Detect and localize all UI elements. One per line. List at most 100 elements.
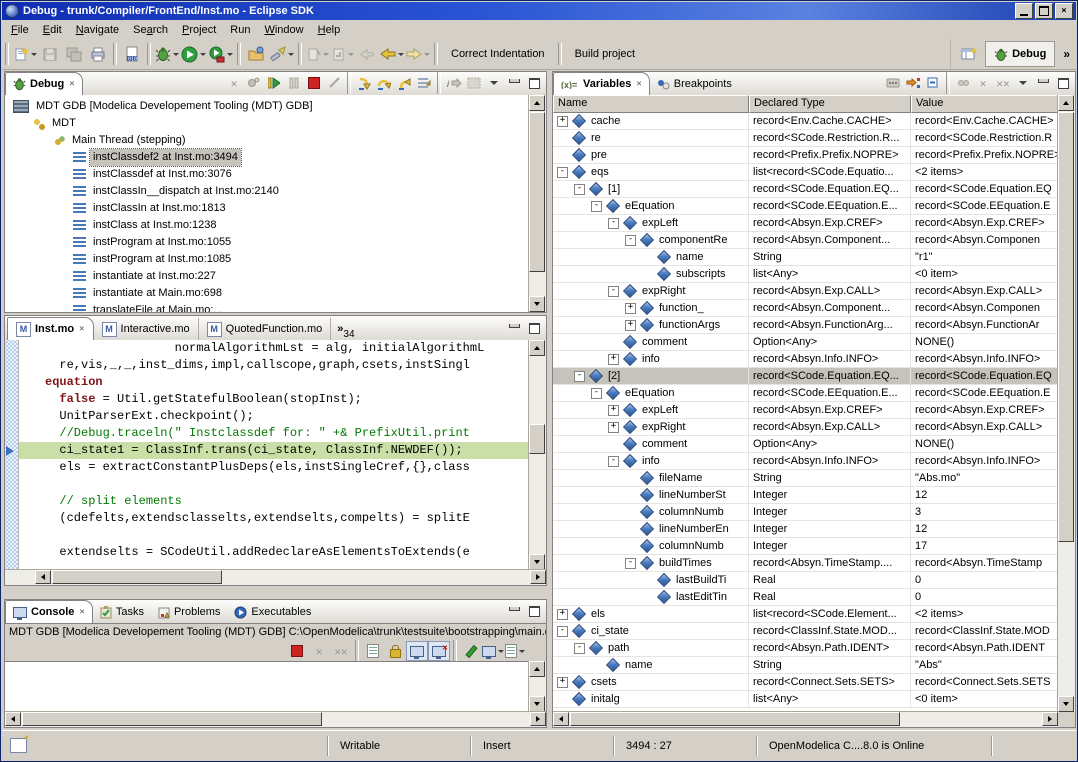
step-return-button[interactable] [394, 74, 414, 92]
scroll-left-arrow[interactable] [5, 712, 21, 726]
close-console-icon[interactable]: ✕ [79, 607, 84, 617]
editor-overflow-chevron[interactable]: »34 [337, 322, 354, 340]
show-console-on-error-button[interactable]: ✕ [428, 641, 450, 661]
debug-tree-item[interactable]: instantiate at Main.mo:698 [5, 285, 529, 302]
collapse-all-button[interactable] [923, 74, 943, 92]
collapse-icon[interactable]: - [625, 558, 636, 569]
expand-icon[interactable]: + [557, 677, 568, 688]
scroll-right-arrow[interactable] [530, 712, 546, 726]
expand-icon[interactable]: + [625, 303, 636, 314]
restart-button[interactable] [244, 74, 264, 92]
debug-tree-item[interactable]: instProgram at Inst.mo:1055 [5, 234, 529, 251]
debug-tree-item[interactable]: translateFile at Main.mo:... [5, 302, 529, 312]
resume-button[interactable] [264, 74, 284, 92]
editor-tab-inst-mo[interactable]: M Inst.mo ✕ [7, 317, 94, 340]
remove-all-terminated-button[interactable]: ✕ [224, 74, 244, 92]
variable-row[interactable]: +expLeftrecord<Absyn.Exp.CREF>record<Abs… [553, 402, 1058, 419]
debug-tree-item[interactable]: instClassIn at Inst.mo:1813 [5, 200, 529, 217]
scrollbar-thumb[interactable] [529, 424, 545, 454]
last-edit-location-button[interactable] [305, 43, 330, 65]
expand-icon[interactable]: + [608, 354, 619, 365]
terminate-console-button[interactable] [286, 641, 308, 661]
variable-row[interactable]: commentOption<Any>NONE() [553, 436, 1058, 453]
collapse-icon[interactable]: - [625, 235, 636, 246]
collapse-icon[interactable]: - [574, 371, 585, 382]
column-name[interactable]: Name [553, 95, 749, 113]
variable-row[interactable]: lineNumberStInteger12 [553, 487, 1058, 504]
variable-row[interactable]: commentOption<Any>NONE() [553, 334, 1058, 351]
scrollbar-thumb[interactable] [1058, 112, 1074, 542]
clear-console-button[interactable] [362, 641, 384, 661]
debug-view-vscrollbar[interactable] [528, 95, 546, 312]
menu-navigate[interactable]: Navigate [69, 22, 126, 38]
scroll-right-arrow[interactable] [1042, 712, 1058, 726]
variable-row[interactable]: +elslist<record<SCode.Element...<2 items… [553, 606, 1058, 623]
external-tools-button[interactable] [207, 43, 234, 65]
scrollbar-thumb[interactable] [570, 712, 900, 726]
variables-view-menu-icon[interactable] [1013, 74, 1033, 92]
expand-icon[interactable]: + [557, 609, 568, 620]
back-button[interactable] [379, 43, 405, 65]
variable-row[interactable]: +functionArgsrecord<Absyn.FunctionArg...… [553, 317, 1058, 334]
debug-view-menu-icon[interactable] [484, 74, 504, 92]
scrollbar-thumb[interactable] [52, 570, 222, 584]
forward-button[interactable] [405, 43, 431, 65]
debug-tree-item[interactable]: Main Thread (stepping) [5, 132, 529, 149]
variable-row[interactable]: -[2]record<SCode.Equation.EQ...record<SC… [553, 368, 1058, 385]
console-tab[interactable]: Console ✕ [5, 600, 93, 623]
open-new-console-button[interactable] [504, 641, 526, 661]
close-variables-icon[interactable]: ✕ [636, 79, 641, 89]
variable-row[interactable]: lastEditTinReal0 [553, 589, 1058, 606]
debug-tree-item[interactable]: instantiate at Inst.mo:227 [5, 268, 529, 285]
debug-tree-item[interactable]: instClass at Inst.mo:1238 [5, 217, 529, 234]
collapse-icon[interactable]: - [608, 218, 619, 229]
expand-icon[interactable]: + [608, 422, 619, 433]
variable-row[interactable]: -eEquationrecord<SCode.EEquation.E...rec… [553, 385, 1058, 402]
minimize-variables-button[interactable] [1033, 74, 1053, 92]
debug-launch-button[interactable] [154, 43, 180, 65]
fast-view-icon[interactable] [10, 738, 27, 753]
expand-icon[interactable]: + [557, 116, 568, 127]
binary-file-button[interactable]: 010 [120, 43, 144, 65]
terminate-button[interactable] [304, 74, 324, 92]
console-hscrollbar[interactable] [5, 711, 546, 727]
variable-row[interactable]: +cacherecord<Env.Cache.CACHE>record<Env.… [553, 113, 1058, 130]
use-step-filters-button[interactable]: i [444, 74, 464, 92]
scrollbar-thumb[interactable] [529, 112, 545, 272]
maximize-window-button[interactable] [1035, 3, 1053, 19]
variable-row[interactable]: -pathrecord<Absyn.Path.IDENT>record<Absy… [553, 640, 1058, 657]
close-window-button[interactable]: × [1055, 3, 1073, 19]
minimize-debug-view-button[interactable] [504, 74, 524, 92]
collapse-icon[interactable]: - [608, 286, 619, 297]
maximize-editor-button[interactable] [524, 319, 544, 337]
collapse-icon[interactable]: - [591, 201, 602, 212]
variable-row[interactable]: +inforecord<Absyn.Info.INFO>record<Absyn… [553, 351, 1058, 368]
column-declared-type[interactable]: Declared Type [749, 95, 911, 113]
variable-row[interactable]: -expLeftrecord<Absyn.Exp.CREF>record<Abs… [553, 215, 1058, 232]
variables-hscrollbar[interactable] [553, 711, 1058, 727]
variable-row[interactable]: +expRightrecord<Absyn.Exp.CALL>record<Ab… [553, 419, 1058, 436]
debug-tree-item[interactable]: instProgram at Inst.mo:1085 [5, 251, 529, 268]
menu-search[interactable]: Search [126, 22, 175, 38]
debug-tree-item[interactable]: instClassIn__dispatch at Inst.mo:2140 [5, 183, 529, 200]
perspective-overflow-chevron[interactable]: » [1059, 47, 1074, 61]
scroll-up-arrow[interactable] [529, 661, 545, 677]
scroll-up-arrow[interactable] [529, 95, 545, 111]
variable-row[interactable]: -componentRerecord<Absyn.Component...rec… [553, 232, 1058, 249]
collapse-icon[interactable]: - [591, 388, 602, 399]
open-console-log-button[interactable] [460, 641, 482, 661]
show-type-names-button[interactable] [883, 74, 903, 92]
variable-row[interactable]: nameString"r1" [553, 249, 1058, 266]
scroll-up-arrow[interactable] [529, 340, 545, 356]
variable-row[interactable]: lastBuildTiReal0 [553, 572, 1058, 589]
collapse-icon[interactable]: - [574, 184, 585, 195]
console-output[interactable] [5, 661, 529, 712]
variable-row[interactable]: rerecord<SCode.Restriction.R...record<SC… [553, 130, 1058, 147]
drop-to-frame-button[interactable] [414, 74, 434, 92]
column-value[interactable]: Value [911, 95, 1075, 113]
variable-row[interactable]: +csetsrecord<Connect.Sets.SETS>record<Co… [553, 674, 1058, 691]
scroll-right-arrow[interactable] [530, 570, 546, 584]
variable-row[interactable]: nameString"Abs" [553, 657, 1058, 674]
variable-row[interactable]: subscriptslist<Any><0 item> [553, 266, 1058, 283]
view-filter-button[interactable] [464, 74, 484, 92]
